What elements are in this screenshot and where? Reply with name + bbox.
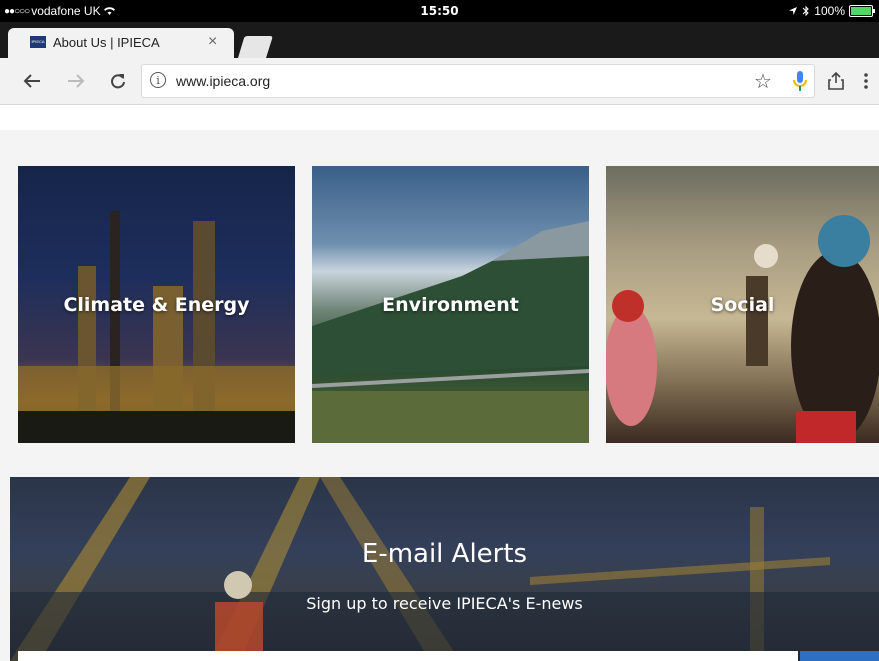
address-bar[interactable]: i www.ipieca.org ☆ [141, 64, 815, 98]
card-label-environment: Environment [382, 294, 519, 316]
back-button[interactable] [18, 67, 46, 95]
email-submit-button[interactable] [800, 651, 879, 661]
card-climate-energy[interactable]: Climate & Energy [18, 166, 295, 443]
status-bar: ●●○○○ vodafone UK 15:50 100% [0, 0, 879, 22]
more-vert-icon [864, 73, 868, 89]
battery-percent: 100% [814, 4, 845, 18]
card-social[interactable]: Social [606, 166, 879, 443]
card-label-climate: Climate & Energy [63, 294, 250, 316]
location-icon [789, 7, 798, 15]
tab-title: About Us | IPIECA [53, 35, 160, 50]
forward-button[interactable] [62, 67, 90, 95]
card-environment[interactable]: Environment [312, 166, 589, 443]
status-time: 15:50 [420, 4, 459, 18]
bluetooth-icon [802, 5, 810, 17]
email-alerts-subtitle: Sign up to receive IPIECA's E-news [306, 594, 583, 613]
browser-toolbar: i www.ipieca.org ☆ [0, 58, 879, 105]
page-header-band [0, 105, 879, 130]
card-label-social: Social [710, 294, 775, 316]
share-icon [828, 72, 844, 90]
menu-button[interactable] [856, 67, 876, 95]
offshore-rig-image [10, 477, 879, 661]
tab-close-icon[interactable]: × [208, 33, 217, 51]
battery-icon [849, 5, 875, 17]
microphone-icon[interactable] [790, 69, 810, 93]
tab-about-us[interactable]: IPIECA About Us | IPIECA × [8, 28, 234, 58]
tab-strip: IPIECA About Us | IPIECA × [0, 22, 879, 58]
bookmark-star-icon[interactable]: ☆ [754, 69, 772, 94]
back-arrow-icon [23, 74, 40, 88]
web-page: Climate & Energy Environment Social E-ma… [0, 105, 879, 661]
email-input[interactable] [18, 651, 798, 661]
new-tab-button[interactable] [236, 34, 276, 58]
reload-icon [111, 74, 125, 89]
forward-arrow-icon [68, 74, 85, 88]
email-alerts-banner: E-mail Alerts Sign up to receive IPIECA'… [10, 477, 879, 661]
share-button[interactable] [822, 67, 850, 95]
email-alerts-title: E-mail Alerts [361, 539, 528, 569]
ipieca-favicon-icon: IPIECA [30, 36, 46, 48]
reload-button[interactable] [104, 67, 132, 95]
url-text[interactable]: www.ipieca.org [176, 73, 270, 89]
info-icon[interactable]: i [150, 72, 166, 88]
